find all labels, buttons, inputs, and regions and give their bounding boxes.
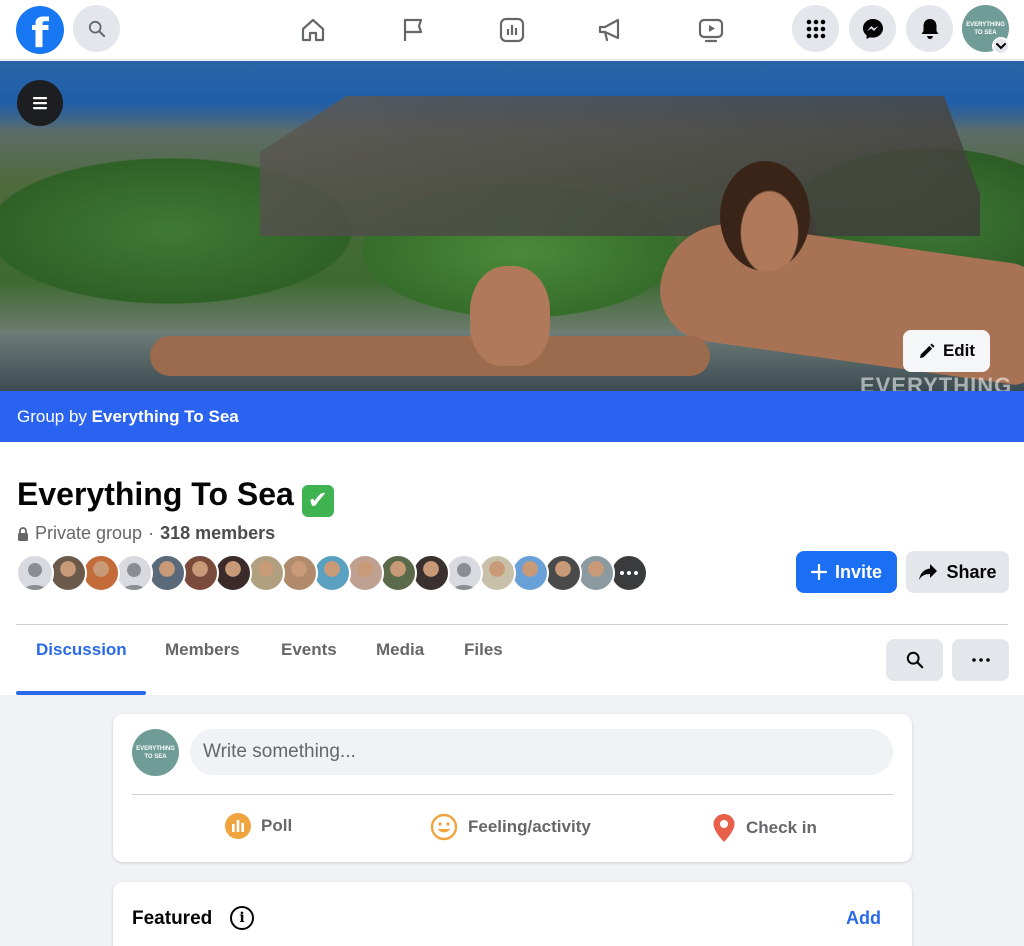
info-icon[interactable]: i xyxy=(230,906,254,930)
messenger-icon xyxy=(862,18,883,39)
privacy-label: Private group xyxy=(35,523,143,543)
invite-label: Invite xyxy=(834,561,882,582)
notifications-button[interactable] xyxy=(906,5,953,52)
member-avatar[interactable] xyxy=(313,554,351,592)
member-avatar[interactable] xyxy=(247,554,285,592)
member-avatar[interactable] xyxy=(148,554,186,592)
cover-photo: EVERYTHING xyxy=(0,61,1024,391)
composer-avatar[interactable]: EVERYTHING TO SEA xyxy=(132,729,179,776)
more-options-button[interactable] xyxy=(952,639,1009,681)
chevron-down-icon xyxy=(996,43,1006,50)
tab-discussion[interactable]: Discussion xyxy=(36,640,127,660)
cover-watermark: EVERYTHING xyxy=(860,373,1013,391)
member-avatar[interactable] xyxy=(214,554,252,592)
home-icon xyxy=(301,18,325,42)
member-avatar[interactable] xyxy=(115,554,153,592)
smiley-icon xyxy=(430,813,458,841)
member-avatar[interactable] xyxy=(511,554,549,592)
member-avatar[interactable] xyxy=(478,554,516,592)
cover-person-1-arms xyxy=(150,336,710,376)
post-composer: EVERYTHING TO SEA Poll Feeling/activity … xyxy=(113,714,912,862)
poll-button[interactable]: Poll xyxy=(225,813,292,839)
member-avatar[interactable] xyxy=(82,554,120,592)
watch-tab[interactable] xyxy=(689,8,733,52)
menu-button[interactable] xyxy=(792,5,839,52)
member-avatar[interactable] xyxy=(280,554,318,592)
cover-person-1-head xyxy=(470,266,550,366)
member-avatar[interactable] xyxy=(445,554,483,592)
invite-button[interactable]: Invite xyxy=(796,551,897,593)
insights-tab[interactable] xyxy=(490,8,534,52)
member-avatar[interactable] xyxy=(412,554,450,592)
active-tab-indicator xyxy=(16,691,146,695)
group-search-button[interactable] xyxy=(886,639,943,681)
more-members-avatar[interactable] xyxy=(610,554,648,592)
featured-section: Featured i Add xyxy=(113,882,912,946)
group-by-prefix: Group by xyxy=(17,407,87,426)
insights-icon xyxy=(499,17,525,43)
pages-tab[interactable] xyxy=(391,8,435,52)
composer-divider xyxy=(132,794,893,795)
home-tab[interactable] xyxy=(291,8,335,52)
cover-person-2-head xyxy=(720,161,810,271)
write-something-input[interactable] xyxy=(190,729,893,775)
edit-label: Edit xyxy=(942,341,976,360)
plus-icon xyxy=(810,564,827,580)
account-menu-caret[interactable] xyxy=(992,37,1010,55)
watch-icon xyxy=(698,18,724,43)
member-avatar[interactable] xyxy=(49,554,87,592)
edit-cover-button[interactable]: Edit xyxy=(903,330,990,372)
check-in-label: Check in xyxy=(746,818,817,837)
megaphone-icon xyxy=(598,18,620,42)
header-divider xyxy=(16,624,1008,625)
lock-icon xyxy=(18,526,28,541)
group-meta: Private group · 318 members xyxy=(17,523,275,544)
member-avatar[interactable] xyxy=(16,554,54,592)
search-icon xyxy=(906,651,923,669)
sidebar-menu-button[interactable] xyxy=(17,80,63,126)
member-count[interactable]: 318 members xyxy=(160,523,275,544)
tab-events[interactable]: Events xyxy=(281,640,337,660)
tab-media[interactable]: Media xyxy=(376,640,424,660)
search-icon xyxy=(88,20,105,37)
top-navigation-bar: f EVERYTHING TO SEA xyxy=(0,0,1024,60)
flag-icon xyxy=(403,18,423,41)
group-title: Everything To Sea ✔ xyxy=(17,476,334,517)
member-avatar[interactable] xyxy=(544,554,582,592)
check-in-button[interactable]: Check in xyxy=(712,813,817,843)
poll-label: Poll xyxy=(261,816,293,835)
cover-roof-shape xyxy=(260,96,980,236)
notifications-icon xyxy=(921,18,938,39)
featured-title: Featured xyxy=(132,908,213,929)
member-avatar[interactable] xyxy=(379,554,417,592)
poll-icon xyxy=(225,813,251,839)
group-header: Everything To Sea ✔ Private group · 318 m… xyxy=(0,442,1024,695)
check-mark-icon: ✔ xyxy=(301,485,334,517)
member-avatar[interactable] xyxy=(577,554,615,592)
share-label: Share xyxy=(946,561,997,582)
tab-members[interactable]: Members xyxy=(165,640,240,660)
messenger-button[interactable] xyxy=(849,5,896,52)
more-dots-icon xyxy=(971,658,990,662)
feeling-label: Feeling/activity xyxy=(468,817,591,836)
menu-grid-icon xyxy=(806,19,825,38)
member-avatar[interactable] xyxy=(181,554,219,592)
ads-tab[interactable] xyxy=(589,8,633,52)
meta-separator: · xyxy=(148,523,155,543)
search-button[interactable] xyxy=(73,5,120,52)
tab-files[interactable]: Files xyxy=(464,640,503,660)
pencil-icon xyxy=(919,342,935,358)
group-by-name[interactable]: Everything To Sea xyxy=(92,407,239,426)
facebook-logo[interactable]: f xyxy=(16,6,64,54)
member-avatar[interactable] xyxy=(346,554,384,592)
group-title-text: Everything To Sea xyxy=(17,476,294,512)
feeling-activity-button[interactable]: Feeling/activity xyxy=(430,813,591,841)
featured-add-link[interactable]: Add xyxy=(846,908,881,929)
location-pin-icon xyxy=(713,814,735,842)
hamburger-icon xyxy=(33,97,47,110)
group-owner-banner: Group by Everything To Sea xyxy=(0,391,1024,442)
share-button[interactable]: Share xyxy=(906,551,1009,593)
share-arrow-icon xyxy=(919,564,938,580)
